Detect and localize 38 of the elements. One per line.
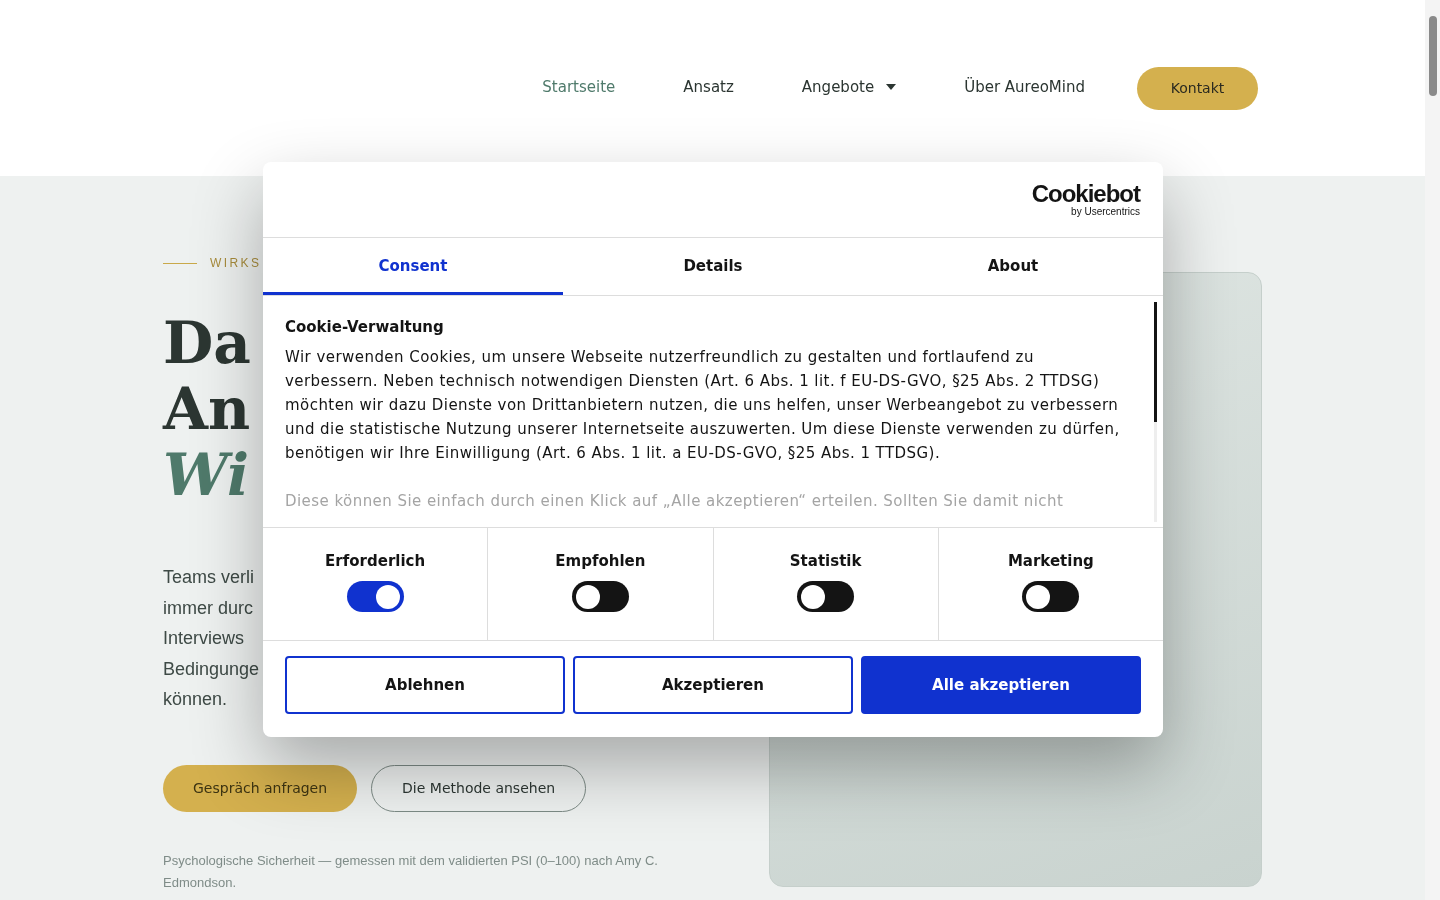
- nav-link[interactable]: Angebote: [801, 78, 897, 96]
- consent-button[interactable]: Akzeptieren: [573, 656, 853, 714]
- category-toggle[interactable]: [797, 581, 855, 612]
- category-toggle[interactable]: [1022, 581, 1080, 612]
- scrollbar[interactable]: [1154, 302, 1157, 522]
- category-toggle[interactable]: [571, 581, 629, 612]
- dialog-tab[interactable]: Details: [563, 238, 863, 295]
- hero-text-line: Teams verli: [163, 566, 255, 589]
- category-toggle[interactable]: [346, 581, 404, 612]
- consent-button[interactable]: Ablehnen: [285, 656, 565, 714]
- scrollbar[interactable]: [1425, 0, 1440, 900]
- hero-heading-line: Wi: [163, 442, 250, 508]
- logo-name: Cookiebot: [1031, 182, 1140, 206]
- hero-text-line: können.: [163, 688, 228, 711]
- accept-all-button[interactable]: Alle akzeptieren: [861, 656, 1141, 714]
- contact-button[interactable]: Kontakt: [1137, 66, 1258, 110]
- hero-text-line: Bedingunge: [163, 657, 260, 681]
- nav-link[interactable]: Ansatz: [683, 78, 734, 96]
- hero-heading-line: An: [163, 376, 251, 442]
- consent-text: Wir verwenden Cookies, um unsere Webseite nutzerfreundlich zu gestalten und fortlaufend zu verbessern. Neben technisch notwendigen Diensten (Art. 6 Abs. 1 lit. f EU-DS-GVO, §25 Abs. 2 TTDSG) möchten wir dazu Dienste von Drittanbietern nutzen, die uns helfen, unser Werbeangebot zu verbessern und die statistische Nutzung unserer Internetseite auszuwerten. Um diese Dienste verwenden zu dürfen, benötigen wir Ihre Einwilligung (Art. 6 Abs. 1 lit. a EU-DS-GVO, §25 Abs. 1 TTDSG).: [285, 347, 1121, 464]
- hero-text-line: Interviews: [163, 627, 245, 650]
- category-label: Empfohlen: [555, 552, 646, 570]
- dialog-title: Cookie-Verwaltung: [285, 318, 445, 336]
- eyebrow-text: WIRKS: [210, 256, 262, 270]
- dialog-tab[interactable]: About: [863, 238, 1163, 295]
- hero-heading-line: Da: [163, 310, 251, 376]
- hero-text-line: immer durc: [163, 596, 253, 620]
- dialog-tab[interactable]: Consent: [263, 238, 563, 295]
- nav-link[interactable]: Startseite: [542, 78, 616, 96]
- caret-icon: [886, 84, 897, 90]
- nav-link[interactable]: Über AureoMind: [964, 78, 1085, 96]
- footnote: Psychologische Sicherheit — gemessen mit dem validierten PSI (0–100) nach Amy C. Edmondson.: [163, 851, 659, 892]
- logo-tagline: by Usercentrics: [1071, 207, 1140, 217]
- category-label: Marketing: [1007, 552, 1094, 570]
- category-label: Erforderlich: [325, 552, 426, 570]
- request-button[interactable]: Gespräch anfragen: [163, 764, 358, 812]
- category-label: Statistik: [789, 552, 862, 570]
- faded-text: Diese können Sie einfach durch einen Klick auf „Alle akzeptieren“ erteilen. Sollten Sie damit nicht: [285, 491, 1065, 512]
